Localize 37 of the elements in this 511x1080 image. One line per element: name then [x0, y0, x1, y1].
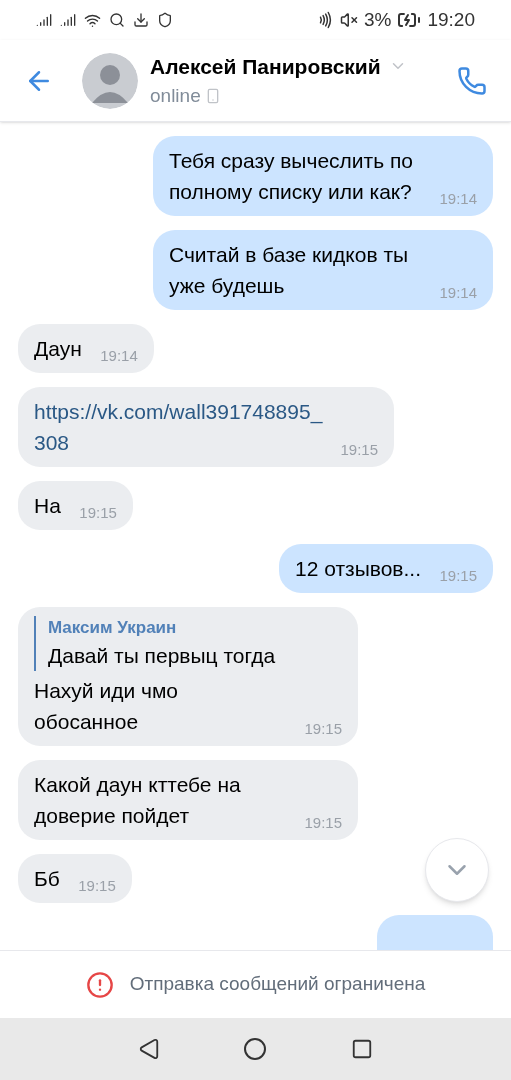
contact-status: online — [150, 84, 201, 108]
message-time: 19:14 — [439, 191, 477, 206]
shield-icon — [157, 12, 173, 28]
contact-name: Алексей Панировский — [150, 53, 381, 80]
battery-percent: 3% — [364, 7, 392, 32]
warning-icon — [85, 970, 114, 999]
message-text: Бб — [34, 866, 60, 892]
signal-icon — [60, 12, 76, 28]
message-time: 19:15 — [304, 721, 342, 736]
message-text: На — [34, 493, 61, 519]
avatar — [82, 52, 138, 109]
restriction-notice: Отправка сообщений ограничена — [129, 972, 426, 997]
message-time: 19:15 — [78, 878, 116, 893]
reply-text: Давай ты первыц тогда — [48, 643, 277, 669]
nav-home-button[interactable] — [243, 1037, 268, 1061]
download-icon — [133, 12, 149, 28]
search-icon — [109, 12, 125, 28]
message-time: 19:15 — [439, 568, 477, 583]
reply-author: Максим Украин — [48, 617, 178, 639]
message-text: Какой даун кттебе на доверие пойдет — [34, 772, 242, 829]
message-time: 19:14 — [100, 348, 138, 363]
message-time: 19:15 — [340, 442, 378, 457]
signal-icon — [36, 12, 52, 28]
message-text: Нахуй иди чмо обосанное — [34, 678, 180, 735]
nav-back-button[interactable] — [137, 1038, 160, 1060]
clock: 19:20 — [427, 7, 475, 32]
message-time: 19:15 — [304, 815, 342, 830]
message-time: 19:14 — [439, 285, 477, 300]
nav-recents-button[interactable] — [351, 1038, 374, 1060]
message-text: 12 отзывов... — [295, 556, 421, 582]
call-button[interactable] — [457, 65, 487, 96]
message-time: 19:15 — [79, 505, 117, 520]
mute-icon — [340, 11, 358, 29]
link[interactable]: https://vk.com/wall391748895_308 — [34, 396, 326, 458]
message-text: Даун — [34, 336, 82, 362]
message-text: Считай в базе кидков ты уже будешь — [169, 242, 410, 299]
message-text: Тебя сразу вычеслить по полному списку или как? — [169, 148, 414, 205]
